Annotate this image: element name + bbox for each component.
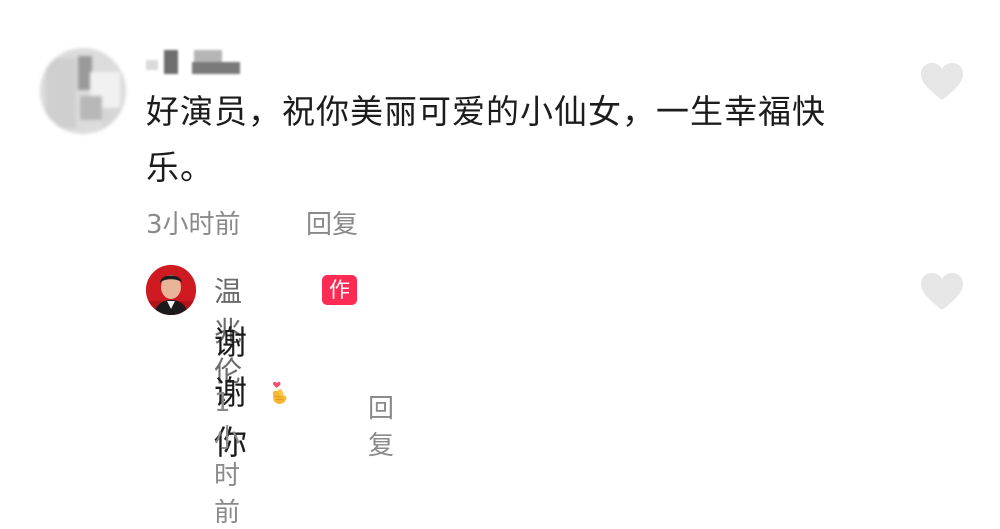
author-badge: 作者 [322, 275, 357, 332]
comment-timestamp: 3小时前 [146, 210, 241, 240]
heart-icon[interactable] [920, 62, 964, 102]
user-avatar[interactable] [40, 48, 126, 134]
reply-button[interactable]: 回复 [306, 204, 358, 241]
reply-timestamp: 1小时前 [214, 388, 241, 528]
author-avatar[interactable] [146, 265, 196, 315]
reply-button[interactable]: 回复 [368, 388, 394, 462]
finger-heart-emoji-icon [273, 381, 287, 404]
comment-text: 好演员，祝你美丽可爱的小仙女，一生幸福快乐。 [146, 92, 826, 187]
username-redacted[interactable] [146, 46, 246, 74]
heart-icon[interactable] [920, 272, 964, 312]
